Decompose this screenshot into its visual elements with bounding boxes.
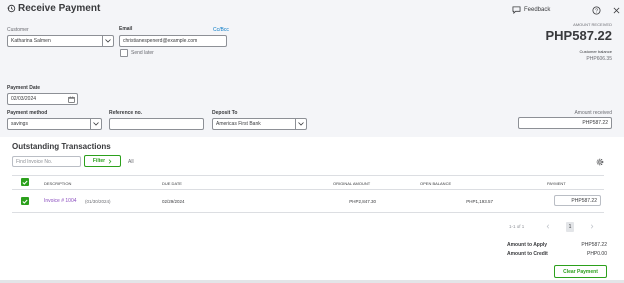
customer-label: Customer [7, 27, 29, 33]
amount-received-caption: AMOUNT RECEIVED [573, 22, 612, 27]
send-later-checkbox[interactable] [120, 49, 128, 57]
amount-to-apply-label: Amount to Apply [507, 242, 548, 248]
close-icon[interactable] [613, 7, 620, 14]
chevron-right-icon [108, 158, 112, 164]
send-later-label: Send later [131, 50, 154, 56]
history-icon[interactable] [7, 4, 16, 13]
payment-date-label: Payment Date [7, 85, 41, 91]
deposit-to-select[interactable]: Americas First Bank [212, 118, 307, 130]
amount-received-field[interactable]: PHP587.22 [518, 117, 612, 129]
row-payment-value: PHP587.22 [571, 198, 597, 204]
row-checkbox[interactable] [21, 197, 29, 205]
col-original-amount: ORIGINAL AMOUNT [333, 181, 371, 186]
chevron-down-icon [102, 36, 113, 46]
prev-page-icon[interactable] [546, 224, 550, 229]
reference-label: Reference no. [109, 110, 143, 116]
email-value: christianespenerd@example.com [123, 38, 198, 44]
find-invoice-placeholder: Find Invoice No. [16, 159, 53, 165]
feedback-label: Feedback [524, 7, 551, 13]
clear-payment-label: Clear Payment [563, 268, 598, 275]
page-title: Receive Payment [18, 3, 101, 14]
reference-field[interactable] [109, 118, 204, 130]
gear-icon[interactable] [596, 158, 604, 166]
customer-value: Katharina Salmen [11, 38, 51, 44]
help-icon[interactable]: ? [592, 6, 601, 15]
customer-balance-label: Customer balance [579, 49, 612, 54]
email-field[interactable]: christianespenerd@example.com [119, 35, 227, 47]
chevron-down-icon [295, 119, 306, 129]
feedback-icon [512, 6, 521, 14]
outstanding-title: Outstanding Transactions [12, 142, 111, 151]
payment-date-field[interactable]: 02/03/2024 [7, 93, 78, 105]
next-page-icon[interactable] [590, 224, 594, 229]
col-description: DESCRIPTION [44, 181, 72, 186]
amount-received-total: PHP587.22 [545, 28, 613, 43]
payment-method-select[interactable]: savings [7, 118, 102, 130]
payment-method-value: savings [11, 121, 28, 127]
amount-received-label: Amount received [574, 110, 612, 116]
feedback-button[interactable]: Feedback [512, 6, 550, 14]
ccbcc-link[interactable]: Cc/Bcc [213, 27, 229, 33]
svg-text:?: ? [595, 8, 598, 14]
payment-date-value: 02/03/2024 [11, 96, 37, 102]
deposit-to-value: Americas First Bank [216, 121, 261, 127]
pagination-range: 1-1 of 1 [509, 224, 525, 229]
col-due-date: DUE DATE [162, 181, 182, 186]
current-page[interactable]: 1 [566, 222, 574, 232]
invoice-date: (01/30/2024) [85, 199, 111, 204]
send-later-option[interactable]: Send later [120, 49, 154, 57]
chevron-down-icon [90, 119, 101, 129]
amount-to-credit-value: PHP0.00 [586, 251, 607, 257]
amount-received-value: PHP587.22 [582, 120, 608, 126]
invoice-link[interactable]: Invoice # 1004 [44, 198, 77, 204]
row-due-date: 02/29/2024 [162, 199, 185, 204]
select-all-checkbox[interactable] [21, 178, 29, 186]
filter-button[interactable]: Filter [84, 155, 121, 167]
col-open-balance: OPEN BALANCE [420, 181, 452, 186]
table-bottom-divider [12, 212, 604, 213]
customer-balance-value: PHP606.35 [586, 56, 612, 62]
deposit-to-label: Deposit To [212, 110, 238, 116]
filter-all-label: All [128, 159, 134, 165]
payment-method-label: Payment method [7, 110, 48, 116]
calendar-icon[interactable] [68, 96, 75, 103]
row-open-balance: PHP1,193.57 [466, 199, 493, 204]
find-invoice-input[interactable]: Find Invoice No. [12, 156, 81, 167]
row-original-amount: PHP2,847.30 [349, 199, 376, 204]
customer-select[interactable]: Katharina Salmen [7, 35, 114, 47]
clear-payment-button[interactable]: Clear Payment [554, 265, 607, 278]
row-payment-input[interactable]: PHP587.22 [554, 195, 601, 206]
table-row: Invoice # 1004 (01/30/2024) 02/29/2024 P… [12, 190, 604, 212]
amount-to-apply-value: PHP587.22 [581, 242, 607, 248]
table-header: DESCRIPTION DUE DATE ORIGINAL AMOUNT OPE… [12, 176, 604, 189]
amount-to-credit-label: Amount to Credit [507, 251, 548, 257]
email-label: Email [119, 26, 133, 32]
col-payment: PAYMENT [547, 181, 566, 186]
filter-label: Filter [92, 158, 106, 164]
